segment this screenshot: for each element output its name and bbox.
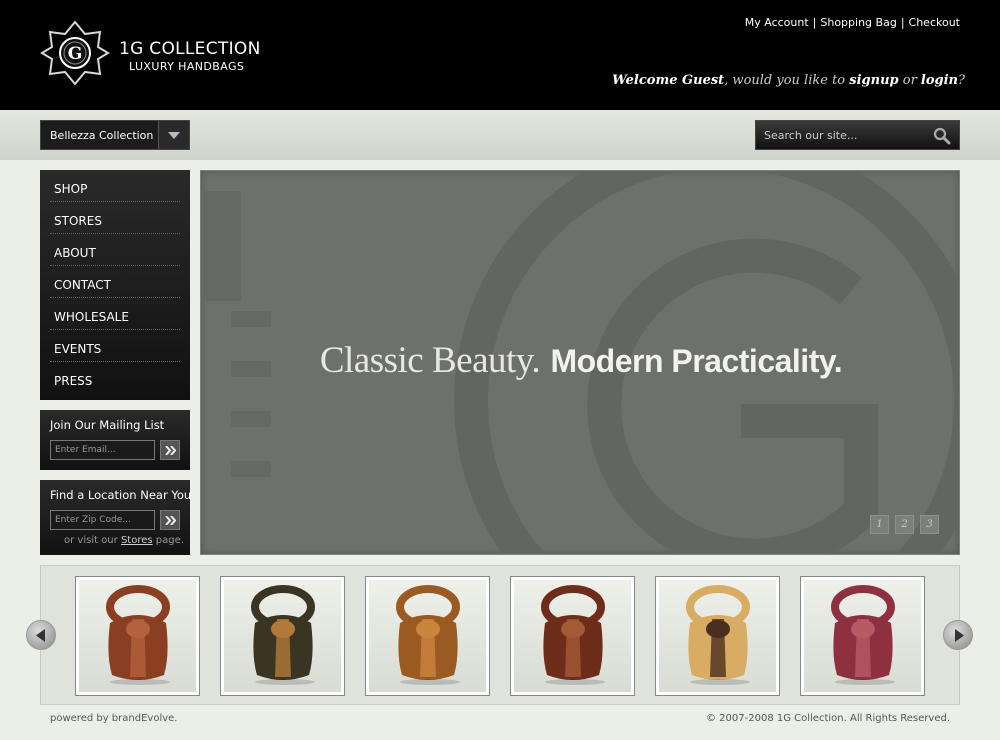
nav-item-shop[interactable]: SHOP [50, 170, 180, 202]
carousel-next-button[interactable] [943, 620, 973, 650]
welcome-message: Welcome Guest, would you like to signup … [612, 73, 965, 88]
chevron-down-icon [168, 132, 180, 139]
tagline-modern: Modern Practicality. [550, 343, 843, 379]
handbag-image [541, 585, 605, 685]
carousel-prev-button[interactable] [26, 620, 56, 650]
collection-selected-value: Bellezza Collection [50, 129, 154, 142]
nav-item-press[interactable]: PRESS [50, 362, 180, 394]
product-thumbnail[interactable] [365, 576, 490, 696]
mailing-list-box: Join Our Mailing List [40, 410, 190, 470]
visit-stores-text: or visit our Stores page. [64, 535, 184, 546]
hero-banner: Classic Beauty. Modern Practicality. 123 [200, 170, 960, 555]
arrow-right-icon [955, 629, 964, 642]
slide-page-2[interactable]: 2 [895, 515, 914, 534]
checkout-link[interactable]: Checkout [909, 16, 960, 29]
product-thumbnail[interactable] [220, 576, 345, 696]
nav-item-about[interactable]: ABOUT [50, 234, 180, 266]
double-chevron-right-icon [165, 446, 176, 455]
my-account-link[interactable]: My Account [745, 16, 809, 29]
handbag-image [106, 585, 170, 685]
footer-copyright: © 2007-2008 1G Collection. All Rights Re… [706, 713, 950, 724]
nav-item-events[interactable]: EVENTS [50, 330, 180, 362]
nav-item-contact[interactable]: CONTACT [50, 266, 180, 298]
stores-link[interactable]: Stores [121, 535, 153, 546]
svg-text:G: G [68, 44, 83, 64]
search-input[interactable] [764, 127, 929, 144]
logo-subtitle: LUXURY HANDBAGS [129, 60, 245, 73]
logo-emblem-icon: G [40, 20, 110, 86]
store-locator-title: Find a Location Near You [50, 488, 192, 502]
handbag-image [686, 585, 750, 685]
search-icon [933, 127, 951, 145]
search-box [755, 120, 960, 150]
handbag-image [251, 585, 315, 685]
login-link[interactable]: login [921, 73, 958, 88]
handbag-image [396, 585, 460, 685]
signup-link[interactable]: signup [849, 73, 898, 88]
product-thumbnail[interactable] [75, 576, 200, 696]
product-thumbnail[interactable] [800, 576, 925, 696]
logo-emblem[interactable]: G [40, 20, 110, 86]
nav-item-stores[interactable]: STORES [50, 202, 180, 234]
collection-dropdown[interactable]: Bellezza Collection [40, 120, 190, 150]
arrow-left-icon [36, 629, 45, 642]
dropdown-toggle[interactable] [158, 121, 189, 149]
tagline-classic: Classic Beauty. [319, 340, 541, 381]
locator-submit-button[interactable] [160, 510, 180, 530]
store-locator-box: Find a Location Near You or visit our St… [40, 480, 192, 555]
nav-item-wholesale[interactable]: WHOLESALE [50, 298, 180, 330]
footer-credit: powered by brandEvolve. [50, 713, 178, 724]
product-thumbnail[interactable] [510, 576, 635, 696]
toolbar: Bellezza Collection [0, 110, 1000, 160]
shopping-bag-link[interactable]: Shopping Bag [820, 16, 896, 29]
mailing-list-title: Join Our Mailing List [50, 418, 165, 432]
main-navigation: SHOP STORES ABOUT CONTACT WHOLESALE EVEN… [40, 170, 190, 400]
double-chevron-right-icon [165, 516, 176, 525]
search-button[interactable] [933, 127, 951, 145]
account-links: My Account | Shopping Bag | Checkout [744, 16, 960, 29]
slide-page-3[interactable]: 3 [920, 515, 939, 534]
product-carousel [40, 565, 960, 705]
slide-pager: 123 [864, 512, 939, 534]
email-input[interactable] [50, 440, 155, 460]
zip-code-input[interactable] [50, 510, 155, 530]
slide-page-1[interactable]: 1 [870, 515, 889, 534]
product-thumbnail[interactable] [655, 576, 780, 696]
hero-tagline: Classic Beauty. Modern Practicality. [201, 339, 959, 382]
handbag-image [831, 585, 895, 685]
site-header: G 1G COLLECTION LUXURY HANDBAGS My Accou… [0, 0, 1000, 110]
logo-title: 1G COLLECTION [119, 39, 261, 59]
mailing-submit-button[interactable] [160, 440, 180, 460]
welcome-greeting: Welcome Guest [612, 73, 725, 88]
